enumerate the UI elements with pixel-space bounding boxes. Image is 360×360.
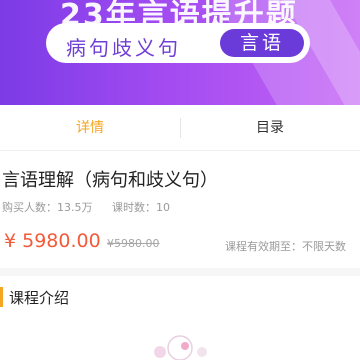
section-divider bbox=[0, 268, 360, 276]
illustration-dot bbox=[197, 347, 207, 357]
original-price: ¥5980.00 bbox=[107, 237, 160, 250]
validity-period: 课程有效期至：不限天数 bbox=[225, 240, 346, 253]
lesson-count: 课时数：10 bbox=[112, 201, 170, 214]
illustration-dot bbox=[181, 342, 189, 350]
course-title: 言语理解（病句和歧义句） bbox=[2, 170, 218, 191]
section-title: 课程介绍 bbox=[9, 289, 70, 307]
banner-badge: 言语 bbox=[220, 29, 304, 57]
banner-pill: 病句歧义句 言语 bbox=[46, 23, 310, 63]
tab-bar: 详情 目录 bbox=[0, 105, 360, 151]
tab-catalog[interactable]: 目录 bbox=[180, 105, 360, 151]
illustration-graphic bbox=[154, 335, 207, 360]
illustration-dot bbox=[154, 346, 166, 358]
course-banner: 23年言语提升题 病句歧义句 言语 bbox=[0, 0, 360, 105]
banner-badge-text: 言语 bbox=[239, 32, 284, 54]
current-price: ¥ 5980.00 bbox=[4, 230, 101, 252]
buyer-count: 购买人数：13.5万 bbox=[2, 201, 93, 214]
banner-pill-text: 病句歧义句 bbox=[66, 36, 181, 60]
tab-detail[interactable]: 详情 bbox=[0, 105, 180, 151]
section-accent-bar bbox=[0, 287, 3, 307]
